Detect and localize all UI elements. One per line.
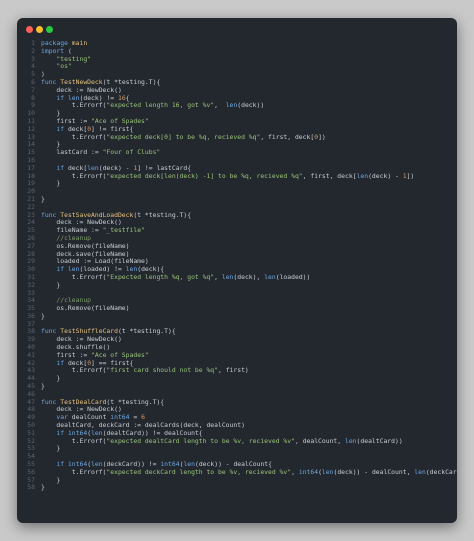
code-text: }	[41, 374, 61, 383]
code-text: t.Errorf("expected deckCard length to be…	[41, 467, 457, 476]
line-number: 7	[31, 85, 35, 94]
code-text: "testing"	[56, 54, 92, 63]
maximize-window-button[interactable]	[46, 26, 53, 33]
minimize-window-button[interactable]	[36, 26, 43, 33]
code-line: 19 }	[17, 180, 457, 188]
code-line: 1 package main	[17, 39, 457, 48]
code-line: 57 }	[17, 475, 457, 485]
code-text: import (	[41, 46, 72, 55]
code-line: 52 t.Errorf("expected dealtCard length t…	[17, 436, 457, 446]
code-text: }	[41, 483, 45, 492]
code-text: t.Errorf("expected deck[len(deck) -1] to…	[41, 171, 415, 180]
line-number: 2	[31, 46, 35, 55]
code-text: }	[41, 475, 61, 484]
line-number: 3	[31, 54, 35, 63]
code-text: }	[41, 444, 61, 453]
line-number: 5	[31, 70, 35, 79]
code-text: lastCard := "Four of Clubs"	[41, 148, 161, 157]
code-text: t.Errorf("Expected length %q, got %q", l…	[41, 272, 311, 281]
code-line: 43 t.Errorf("first card should not be %q…	[17, 367, 457, 375]
code-text: t.Errorf("expected length 16, got %v", l…	[41, 101, 265, 110]
code-text: }	[41, 194, 45, 203]
code-line: 9 t.Errorf("expected length 16, got %v",…	[17, 101, 457, 110]
code-line: 18 t.Errorf("expected deck[len(deck) -1]…	[17, 171, 457, 181]
code-text: t.Errorf("first card should not be %q", …	[41, 366, 249, 375]
close-window-button[interactable]	[26, 26, 33, 33]
code-text: os.Remove(fileName)	[41, 304, 130, 313]
code-line: 35 os.Remove(fileName)	[17, 304, 457, 313]
line-number: 58	[27, 483, 35, 492]
code-line: 56 t.Errorf("expected deckCard length to…	[17, 467, 457, 477]
code-text: }	[41, 382, 45, 391]
code-line: 21}	[17, 194, 457, 204]
code-line: 3 "testing"	[17, 54, 457, 64]
code-text: }	[41, 311, 45, 320]
code-window: 1 package main 2 import (3 "testing" 4 "os" 5…	[17, 18, 457, 523]
code-line: 15 lastCard := "Four of Clubs"	[17, 148, 457, 157]
code-line: 58}	[17, 484, 457, 492]
code-line: 4 "os"	[17, 62, 457, 71]
code-line: 13 t.Errorf("expected deck[0] to be %q, …	[17, 132, 457, 142]
line-number: 8	[31, 93, 35, 102]
code-text: fileName := "_testfile"	[41, 226, 145, 235]
code-text: }	[41, 280, 61, 289]
code-text: "os"	[56, 62, 72, 71]
code-text: t.Errorf("expected deck[0] to be %q, rec…	[41, 132, 326, 141]
window-titlebar	[17, 18, 457, 40]
code-text: package main	[41, 39, 88, 47]
code-line: 32 }	[17, 280, 457, 290]
code-line: 53 }	[17, 445, 457, 453]
code-line: 44 }	[17, 374, 457, 383]
code-editor[interactable]: 1 package main 2 import (3 "testing" 4 "os" 5…	[17, 39, 457, 492]
line-number: 6	[31, 77, 35, 86]
code-line: 45}	[17, 382, 457, 391]
code-text: }	[41, 179, 61, 188]
code-text: t.Errorf("expected dealtCard length to b…	[41, 436, 403, 445]
code-line: 20	[17, 187, 457, 196]
code-line: 31 t.Errorf("Expected length %q, got %q"…	[17, 272, 457, 282]
code-line: 36}	[17, 311, 457, 321]
line-number: 4	[31, 62, 35, 71]
line-number: 1	[31, 39, 35, 47]
